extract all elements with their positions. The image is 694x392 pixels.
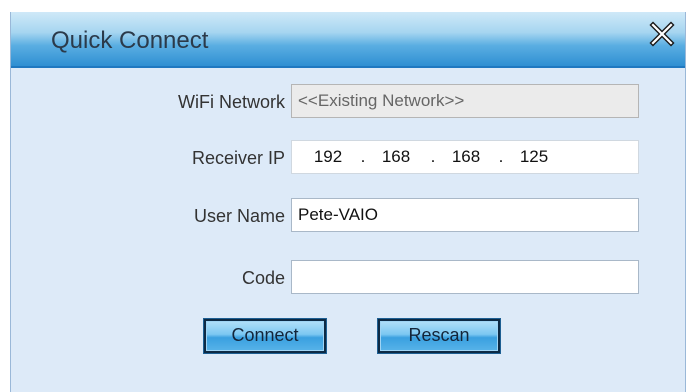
receiver-ip-field[interactable]: 192 . 168 . 168 . 125 <box>291 140 639 174</box>
user-name-label: User Name <box>193 206 285 226</box>
rescan-button[interactable]: Rescan <box>377 318 501 354</box>
dialog-title: Quick Connect <box>51 27 209 54</box>
titlebar[interactable]: Quick Connect <box>11 12 685 68</box>
receiver-ip-label: Receiver IP <box>191 148 285 168</box>
user-name-field[interactable] <box>291 198 639 232</box>
quick-connect-dialog: Quick Connect WiFi Network Receiver IP 1… <box>10 12 686 392</box>
ip-dot-3: . <box>498 147 504 166</box>
user-name-row: User Name <box>11 198 685 234</box>
close-x-icon <box>649 21 675 47</box>
ip-octet-4[interactable]: 125 <box>510 141 558 173</box>
code-row: Code <box>11 260 685 296</box>
wifi-network-label: WiFi Network <box>178 92 285 112</box>
ip-dot-2: . <box>430 147 436 166</box>
wifi-network-field[interactable] <box>291 84 639 118</box>
code-field[interactable] <box>291 260 639 294</box>
code-label: Code <box>241 268 285 288</box>
close-button[interactable] <box>647 20 677 48</box>
ip-dot-1: . <box>360 147 366 166</box>
ip-octet-2[interactable]: 168 <box>372 141 420 173</box>
receiver-ip-row: Receiver IP 192 . 168 . 168 . 125 <box>11 140 685 176</box>
ip-octet-3[interactable]: 168 <box>442 141 490 173</box>
ip-octet-1[interactable]: 192 <box>304 141 352 173</box>
connect-button[interactable]: Connect <box>203 318 327 354</box>
wifi-network-row: WiFi Network <box>11 84 685 120</box>
